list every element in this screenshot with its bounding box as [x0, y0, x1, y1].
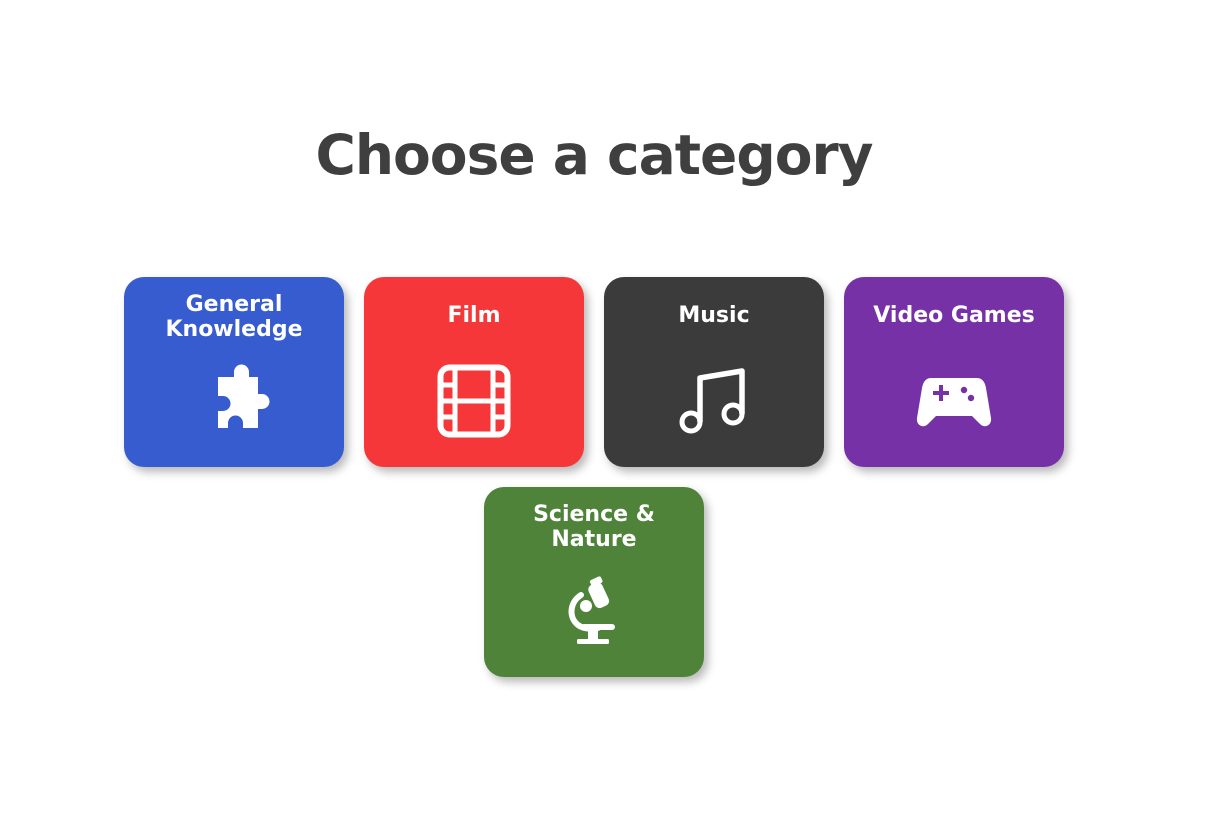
music-note-icon	[674, 361, 754, 441]
category-label: Film	[447, 303, 501, 328]
film-strip-icon	[434, 361, 514, 441]
puzzle-piece-icon	[194, 361, 274, 441]
category-card-video-games[interactable]: Video Games	[844, 277, 1064, 467]
category-card-film[interactable]: Film	[364, 277, 584, 467]
category-card-general-knowledge[interactable]: General Knowledge	[124, 277, 344, 467]
microscope-icon	[554, 571, 634, 651]
gamepad-icon	[914, 361, 994, 441]
category-label: Music	[678, 303, 750, 328]
category-label: Science & Nature	[533, 502, 655, 552]
category-card-science-nature[interactable]: Science & Nature	[484, 487, 704, 677]
category-label: General Knowledge	[165, 292, 303, 342]
category-card-music[interactable]: Music	[604, 277, 824, 467]
category-label: Video Games	[873, 303, 1035, 328]
page-title: Choose a category	[315, 123, 874, 187]
